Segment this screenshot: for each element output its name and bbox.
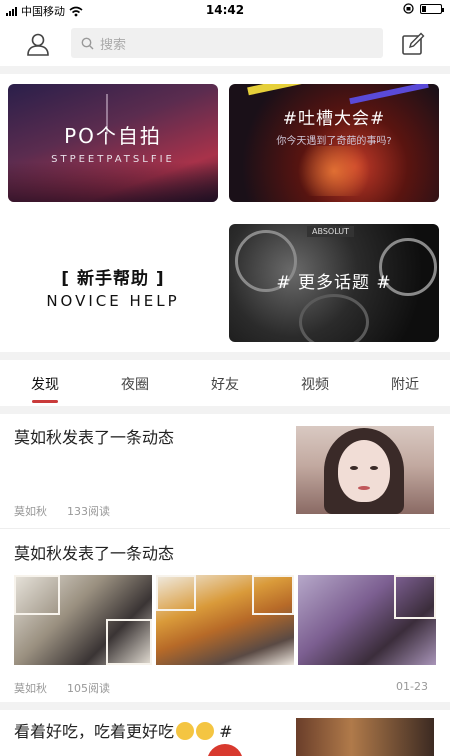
status-bar: 中国移动 14:42	[0, 0, 450, 22]
section-divider	[0, 352, 450, 360]
banner-topics-title: # 更多话题 #	[276, 273, 392, 293]
banner-rant-title: #吐槽大会#	[282, 109, 386, 129]
banner-rant-subtitle: 你今天遇到了奇葩的事吗?	[276, 136, 392, 147]
tab-label: 发现	[31, 377, 59, 393]
compose-icon[interactable]	[399, 30, 427, 58]
post-image[interactable]	[14, 575, 152, 665]
search-input[interactable]: 搜索	[71, 28, 383, 58]
banner-selfie[interactable]: PO个自拍 STPEETPATSLFIE	[8, 84, 218, 202]
smile-emoji-icon	[176, 722, 195, 740]
post-author: 莫如秋	[14, 682, 47, 695]
smile-emoji-icon	[196, 722, 215, 740]
post-image[interactable]	[156, 575, 294, 665]
post-title: 看着好吃，吃着更好吃	[14, 722, 175, 741]
active-tab-indicator	[32, 400, 58, 403]
post-date: 01-23	[396, 680, 428, 693]
decor-lip	[358, 486, 370, 490]
decor-ring	[299, 294, 369, 342]
banner-rant[interactable]: #吐槽大会# 你今天遇到了奇葩的事吗?	[229, 84, 439, 202]
status-time: 14:42	[205, 3, 245, 17]
decor-eye	[350, 466, 358, 470]
novice-help-title: [ 新手帮助 ]	[61, 269, 165, 289]
tab-night-circle[interactable]: 夜圈	[90, 362, 180, 406]
banner-selfie-title: PO个自拍	[64, 124, 162, 148]
search-icon	[81, 37, 94, 49]
post-read-count: 105阅读	[67, 682, 110, 695]
post-read-count: 133阅读	[67, 505, 110, 518]
post-title: 莫如秋发表了一条动态	[14, 428, 175, 447]
decor-panel	[106, 619, 152, 665]
post-image[interactable]	[296, 426, 434, 514]
feed-tabs: 发现 夜圈 好友 视频 附近	[0, 362, 450, 406]
user-profile-icon[interactable]	[24, 30, 52, 58]
publish-button[interactable]	[207, 744, 243, 756]
banner-selfie-subtitle: STPEETPATSLFIE	[51, 154, 175, 165]
decor-eye	[370, 466, 378, 470]
tab-nearby[interactable]: 附近	[360, 362, 450, 406]
decor-stripe	[247, 84, 337, 96]
post-image[interactable]	[298, 575, 436, 665]
post-title-row: 看着好吃，吃着更好吃 #	[14, 718, 233, 742]
novice-help-subtitle: NOVICE HELP	[46, 292, 180, 310]
decor-panel	[156, 575, 196, 611]
decor-stripe	[349, 84, 429, 105]
post-title: 莫如秋发表了一条动态	[14, 544, 175, 563]
banner-more-topics[interactable]: ABSOLUT # 更多话题 #	[229, 224, 439, 342]
tab-discover[interactable]: 发现	[0, 362, 90, 406]
search-placeholder: 搜索	[100, 37, 127, 53]
post-image[interactable]	[296, 718, 434, 756]
tab-friends[interactable]: 好友	[180, 362, 270, 406]
section-divider	[0, 702, 450, 710]
post-hashtag: #	[219, 722, 233, 741]
tab-label: 好友	[211, 377, 239, 393]
decor-face	[338, 440, 390, 502]
battery-icon	[420, 3, 444, 14]
tab-label: 视频	[301, 377, 329, 393]
tab-label: 附近	[391, 377, 419, 393]
tab-label: 夜圈	[121, 377, 149, 393]
orientation-lock-icon	[403, 3, 414, 14]
novice-help-card[interactable]: [ 新手帮助 ] NOVICE HELP	[8, 224, 218, 342]
section-divider	[0, 406, 450, 414]
feed-divider	[0, 528, 450, 529]
section-divider	[0, 66, 450, 74]
banner-topics-tag: ABSOLUT	[307, 226, 354, 237]
top-header: 搜索	[0, 24, 450, 64]
decor-panel	[252, 575, 294, 615]
decor-panel	[14, 575, 60, 615]
tab-video[interactable]: 视频	[270, 362, 360, 406]
decor-panel	[394, 575, 436, 619]
post-author: 莫如秋	[14, 505, 47, 518]
